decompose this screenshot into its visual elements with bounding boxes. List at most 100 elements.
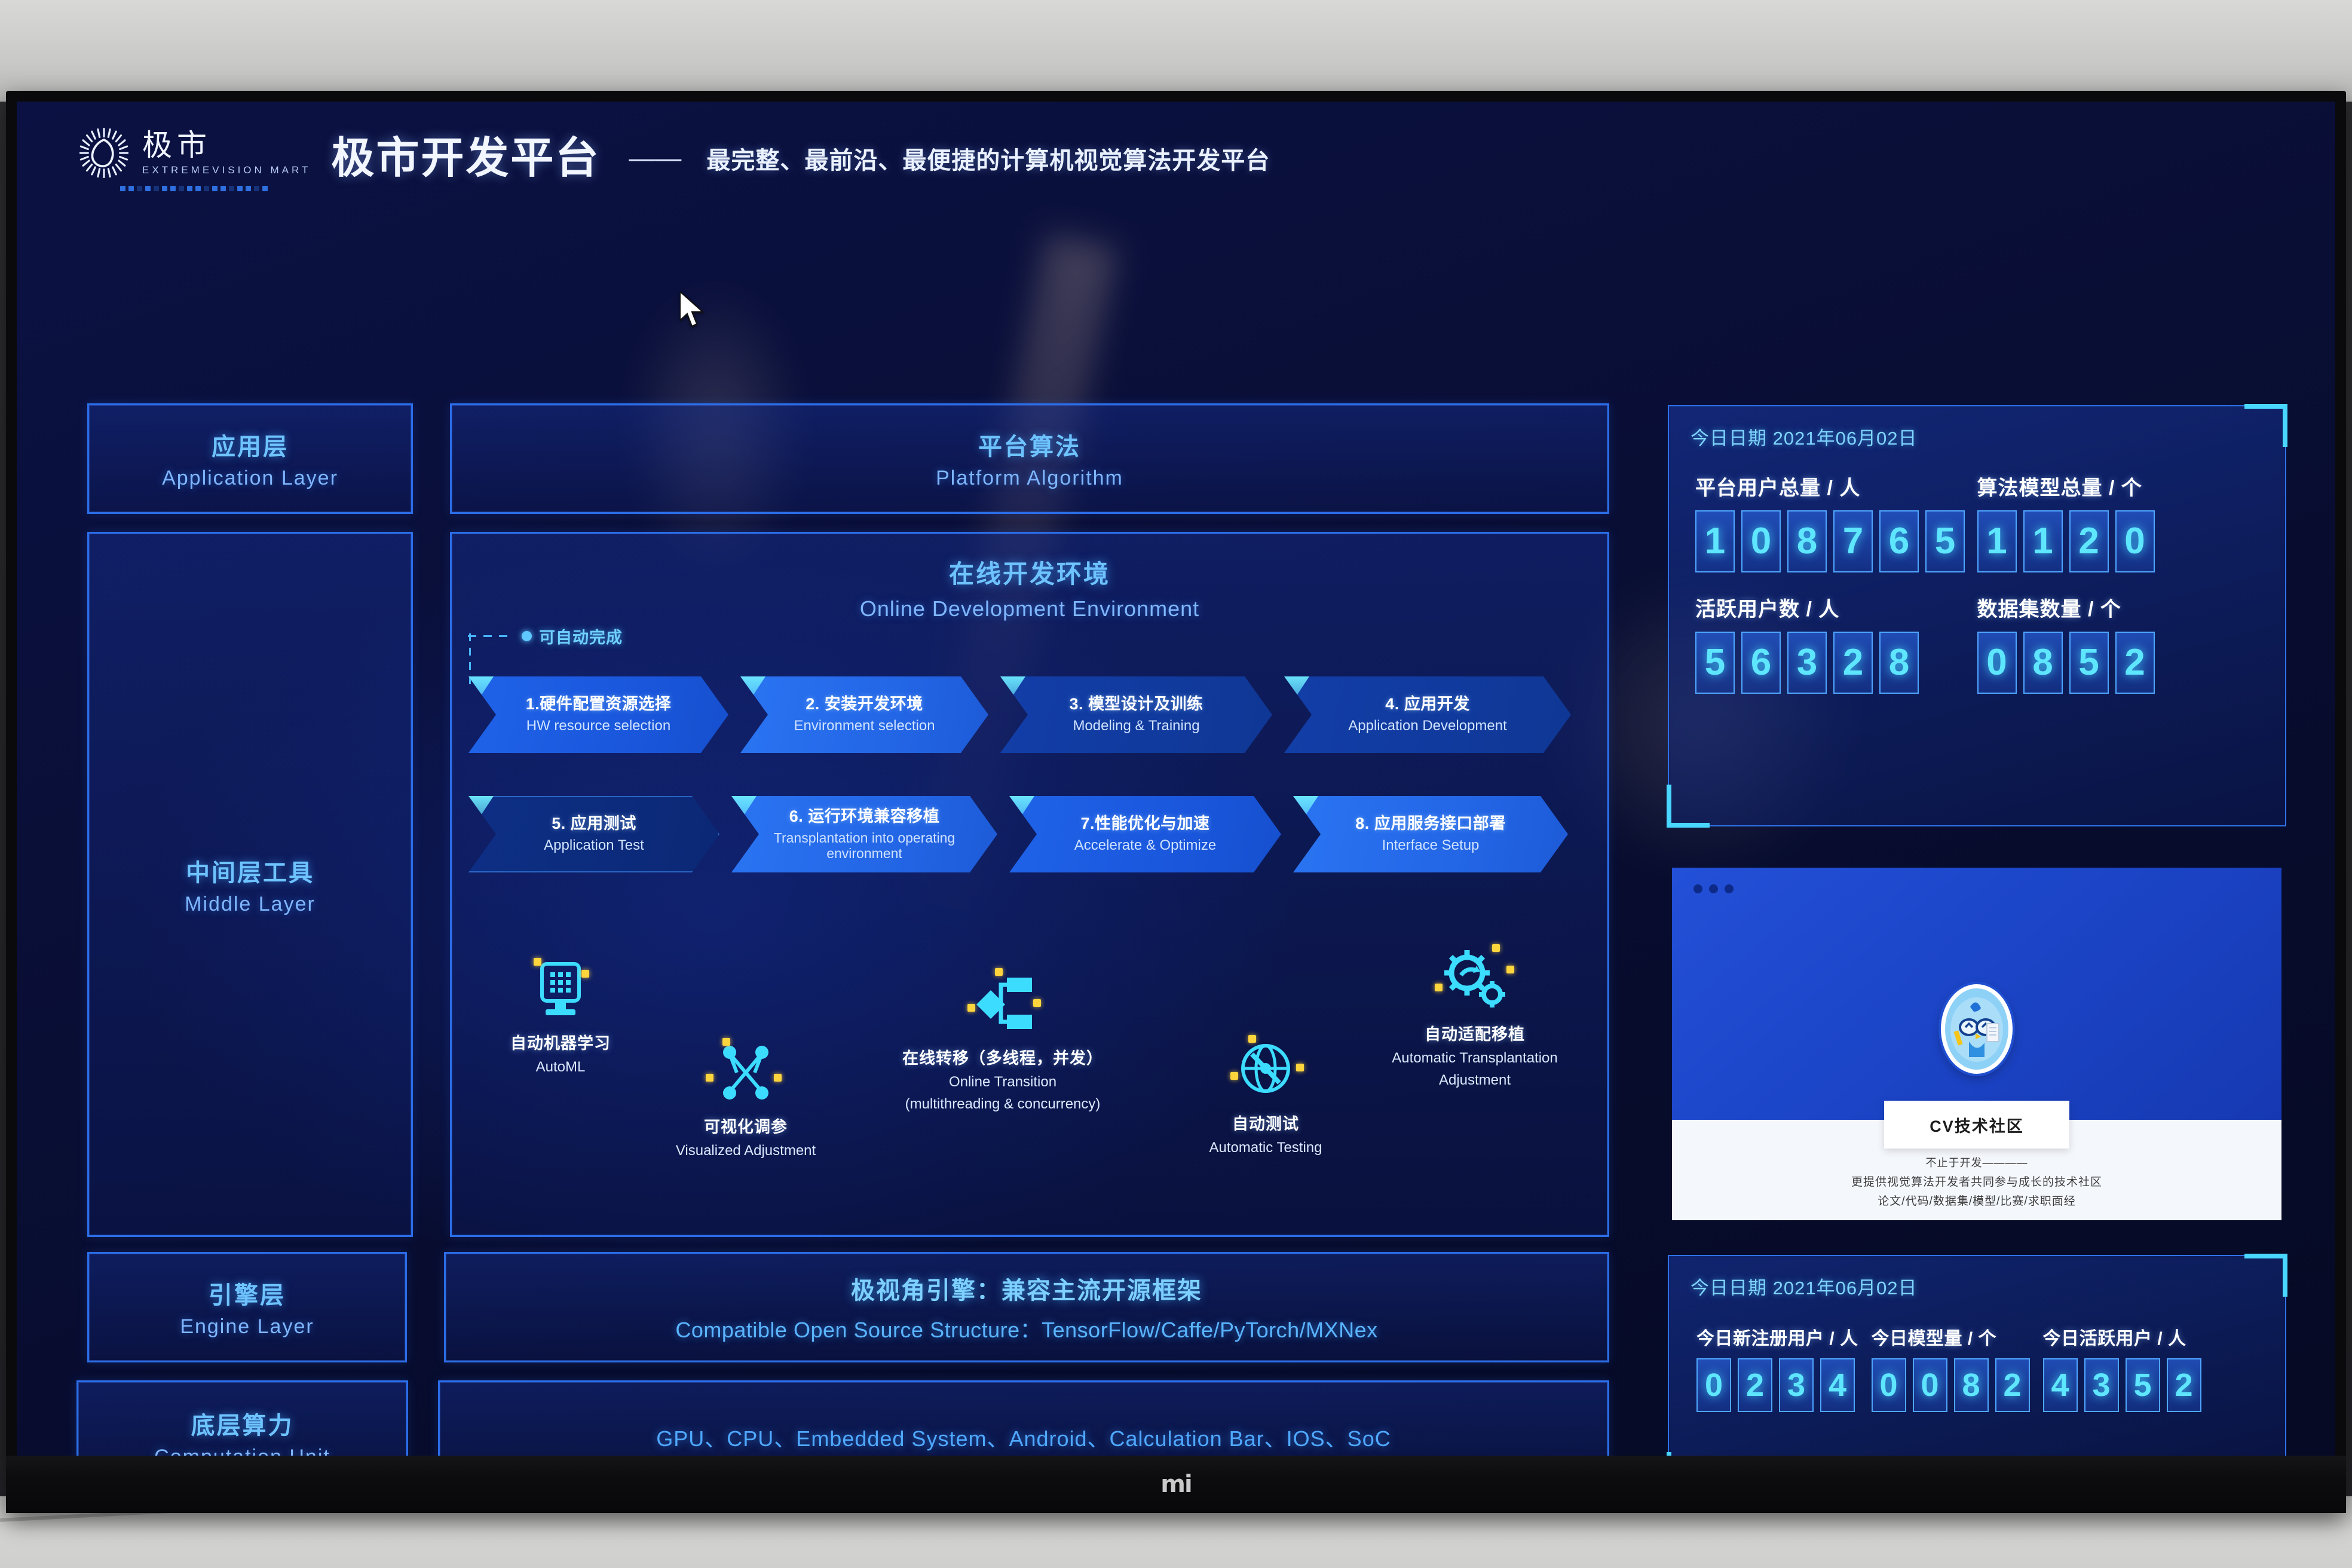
step-7-en: Accelerate & Optimize (1074, 837, 1217, 854)
today-new-users-label: 今日新注册用户 / 人 (1696, 1329, 1858, 1349)
compute-panel[interactable]: GPU、CPU、Embedded System、Android、Calculat… (438, 1380, 1609, 1456)
digit: 2 (2069, 510, 2109, 572)
stat-active-users-value: 5 6 3 2 8 (1695, 632, 1977, 694)
brand-logo-cn: 极市 (142, 128, 212, 162)
step-7[interactable]: 7.性能优化与加速 Accelerate & Optimize (1009, 796, 1281, 872)
workflow-steps-row-2: 5. 应用测试 Application Test 6. 运行环境兼容移植 Tra… (468, 796, 1592, 872)
corner-bracket-top-right (2244, 404, 2287, 447)
stat-total-models[interactable]: 算法模型总量 / 个 1 1 2 0 (1977, 471, 2259, 572)
step-6-en: Transplantation into operating environme… (773, 829, 956, 862)
layer-engine-cn: 引擎层 (209, 1282, 286, 1309)
globe-test-icon (1221, 1034, 1310, 1105)
step-8[interactable]: 8. 应用服务接口部署 Interface Setup (1293, 796, 1568, 872)
auto-complete-dot-icon (522, 631, 532, 641)
layer-middle-cn: 中间层工具 (186, 859, 314, 886)
digit: 8 (1879, 632, 1919, 694)
statistics-panel: 今日日期 2021年06月02日 平台用户总量 / 人 1 0 8 7 6 5 (1667, 404, 2287, 828)
digit: 2 (1995, 1358, 2030, 1412)
stat-datasets[interactable]: 数据集数量 / 个 0 8 5 2 (1977, 593, 2259, 694)
digit: 0 (2115, 510, 2155, 572)
feature-online-transition[interactable]: 在线转移（多线程，并发） Online Transition (multithr… (859, 968, 1146, 1113)
step-1-cn: 1.硬件配置资源选择 (525, 695, 672, 713)
step-3[interactable]: 3. 模型设计及训练 Modeling & Training (1000, 676, 1272, 753)
platform-algorithm-en: Platform Algorithm (936, 467, 1123, 489)
today-models[interactable]: 今日模型量 / 个 0 0 8 2 (1871, 1324, 2030, 1412)
step-3-cn: 3. 模型设计及训练 (1069, 695, 1203, 713)
stat-datasets-label: 数据集数量 / 个 (1977, 598, 2121, 621)
digit: 5 (1925, 510, 1965, 572)
stat-total-users[interactable]: 平台用户总量 / 人 1 0 8 7 6 5 (1695, 471, 1977, 572)
engine-cn: 极视角引擎：兼容主流开源框架 (851, 1277, 1202, 1304)
step-1[interactable]: 1.硬件配置资源选择 HW resource selection (468, 676, 728, 753)
cv-card-title: CV技术社区 (1884, 1101, 2069, 1149)
step-7-cn: 7.性能优化与加速 (1080, 814, 1210, 833)
today-active-users[interactable]: 今日活跃用户 / 人 4 3 5 2 (2042, 1324, 2201, 1412)
digit: 2 (1833, 632, 1873, 694)
extremevision-logo-icon (76, 125, 131, 180)
digit: 0 (1977, 632, 2017, 694)
digit: 3 (1787, 632, 1827, 694)
digit: 0 (1741, 510, 1781, 572)
digit: 0 (1912, 1358, 1947, 1412)
engine-en: Compatible Open Source Structure：TensorF… (675, 1317, 1378, 1342)
stat-active-users[interactable]: 活跃用户数 / 人 5 6 3 2 8 (1695, 593, 1977, 694)
stat-datasets-value: 0 8 5 2 (1977, 632, 2259, 694)
step-2[interactable]: 2. 安装开发环境 Environment selection (740, 676, 988, 753)
platform-algorithm-cn: 平台算法 (978, 434, 1081, 460)
today-new-users[interactable]: 今日新注册用户 / 人 0 2 3 4 (1696, 1324, 1858, 1412)
step-6[interactable]: 6. 运行环境兼容移植 Transplantation into operati… (731, 796, 997, 872)
feature-online-en: Online Transition (948, 1074, 1057, 1091)
digit: 4 (1820, 1358, 1855, 1412)
digit: 2 (2166, 1358, 2201, 1412)
today-models-value: 0 0 8 2 (1871, 1358, 2030, 1412)
feature-visualized-adjustment[interactable]: 可视化调参 Visualized Adjustment (644, 1037, 847, 1160)
layer-middle[interactable]: 中间层工具 Middle Layer (87, 532, 413, 1237)
today-new-users-value: 0 2 3 4 (1696, 1358, 1858, 1412)
gears-icon (1430, 944, 1520, 1016)
digit: 8 (1953, 1358, 1989, 1412)
page-subtitle: 最完整、最前沿、最便捷的计算机视觉算法开发平台 (706, 148, 1270, 174)
feature-auto-transplantation[interactable]: 自动适配移植 Automatic Transplantation Adjustm… (1349, 944, 1600, 1089)
stats-date: 今日日期 2021年06月02日 (1690, 428, 1918, 449)
layer-application[interactable]: 应用层 Application Layer (87, 403, 413, 514)
digit: 8 (2023, 632, 2063, 694)
platform-algorithm-panel[interactable]: 平台算法 Platform Algorithm (450, 403, 1609, 514)
feature-automl[interactable]: 自动机器学习 AutoML (471, 953, 650, 1076)
dashboard: 极市 EXTREMEVISION MART 极市开发平台 —— 最完整、最前沿、… (17, 102, 2335, 1456)
digit: 0 (1696, 1358, 1731, 1412)
digit: 5 (2125, 1358, 2160, 1412)
mascot-avatar (1941, 984, 2013, 1074)
digit: 6 (1741, 632, 1781, 694)
online-dev-environment-panel[interactable]: 在线开发环境 Online Development Environment (450, 532, 1609, 1237)
feature-automatic-testing[interactable]: 自动测试 Automatic Testing (1170, 1034, 1361, 1157)
feature-autotest-en: Automatic Testing (1209, 1140, 1322, 1156)
step-3-en: Modeling & Training (1073, 718, 1200, 734)
feature-visual-en: Visualized Adjustment (675, 1143, 816, 1159)
cv-card-line1: 不止于开发———— (1925, 1157, 2028, 1169)
layer-engine-en: Engine Layer (180, 1315, 314, 1338)
cv-community-card[interactable]: CV技术社区 不止于开发———— 更提供视觉算法开发者共同参与成长的技术社区 论… (1672, 868, 2281, 1220)
today-date: 今日日期 2021年06月02日 (1690, 1278, 1918, 1298)
step-5[interactable]: 5. 应用测试 Application Test (468, 796, 719, 872)
xiaomi-logo: mi (1160, 1471, 1192, 1498)
dashboard-header: 极市 EXTREMEVISION MART 极市开发平台 —— 最完整、最前沿、… (76, 125, 1270, 191)
step-2-cn: 2. 安装开发环境 (806, 695, 923, 713)
layer-engine[interactable]: 引擎层 Engine Layer (87, 1252, 407, 1362)
feature-autotest-cn: 自动测试 (1232, 1115, 1299, 1133)
step-6-cn: 6. 运行环境兼容移植 (789, 807, 940, 825)
stat-total-users-label: 平台用户总量 / 人 (1695, 477, 1861, 500)
digit: 5 (1695, 632, 1735, 694)
digit: 1 (1695, 510, 1735, 572)
compute-line: GPU、CPU、Embedded System、Android、Calculat… (656, 1426, 1391, 1451)
layer-computation[interactable]: 底层算力 Computation Unit (76, 1380, 408, 1456)
engine-panel[interactable]: 极视角引擎：兼容主流开源框架 Compatible Open Source St… (444, 1252, 1609, 1362)
page-title: 极市开发平台 (331, 134, 601, 182)
wall-upper (0, 0, 2352, 102)
feature-automl-cn: 自动机器学习 (510, 1034, 611, 1052)
tv-screen: 极市 EXTREMEVISION MART 极市开发平台 —— 最完整、最前沿、… (17, 102, 2335, 1456)
step-4[interactable]: 4. 应用开发 Application Development (1284, 676, 1571, 753)
online-dev-heading: 在线开发环境 Online Development Environment (452, 534, 1607, 621)
corner-bracket-top-right (2244, 1254, 2287, 1297)
feature-visual-cn: 可视化调参 (704, 1118, 788, 1136)
step-2-en: Environment selection (794, 718, 935, 734)
